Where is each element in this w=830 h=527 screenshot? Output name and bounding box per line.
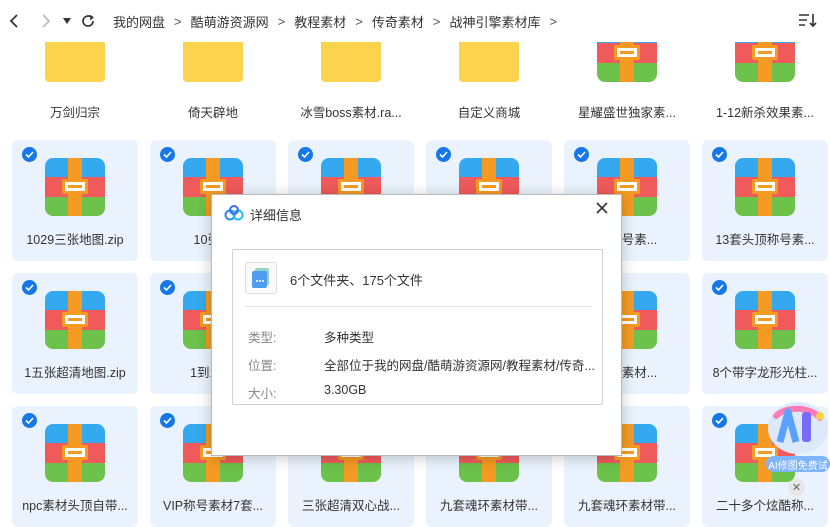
checkmark-icon[interactable] xyxy=(22,147,37,162)
file-name: 九套魂环素材带... xyxy=(440,499,538,513)
checkmark-icon[interactable] xyxy=(22,413,37,428)
sort-button[interactable] xyxy=(798,12,818,32)
zip-archive-icon xyxy=(45,158,105,216)
file-name: 自定义商城 xyxy=(457,106,521,120)
checkmark-icon[interactable] xyxy=(436,147,451,162)
zip-archive-icon xyxy=(45,424,105,482)
checkmark-icon[interactable] xyxy=(22,280,37,295)
file-name: 星耀盛世独家素... xyxy=(578,106,676,120)
close-icon xyxy=(596,202,608,214)
file-name: 万剑归宗 xyxy=(49,106,100,120)
file-name: 13套头顶称号素... xyxy=(715,233,815,247)
file-name: 九套魂环素材带... xyxy=(578,499,676,513)
file-name: 三张超清双心战... xyxy=(302,499,400,513)
folder-icon xyxy=(45,36,105,82)
breadcrumb-separator: > xyxy=(277,13,286,29)
folder-icon xyxy=(321,36,381,82)
folder-icon xyxy=(183,36,243,82)
file-name: 1五张超清地图.zip xyxy=(24,366,126,380)
file-tile[interactable]: 13套头顶称号素... xyxy=(702,140,828,261)
history-dropdown[interactable] xyxy=(59,6,75,36)
toolbar: 我的网盘 > 酷萌游资源网 > 教程素材 > 传奇素材 > 战神引擎素材库 > xyxy=(0,0,830,42)
file-name: npc素材头顶自带... xyxy=(22,499,128,513)
breadcrumb-item[interactable]: 传奇素材 xyxy=(368,12,428,31)
size-value: 3.30GB xyxy=(324,383,367,397)
type-value: 多种类型 xyxy=(324,331,375,345)
chevron-left-icon xyxy=(9,14,18,28)
breadcrumb: 我的网盘 > 酷萌游资源网 > 教程素材 > 传奇素材 > 战神引擎素材库 > xyxy=(109,12,562,31)
close-button[interactable] xyxy=(593,199,611,217)
refresh-button[interactable] xyxy=(77,6,99,36)
size-label: 大小: xyxy=(248,387,277,401)
details-dialog: 详细信息 6个文件夹、175个文件 类型: 多种类型 位置: 全部位于我的网盘/… xyxy=(211,194,622,456)
file-tile[interactable]: 1五张超清地图.zip xyxy=(12,273,138,394)
breadcrumb-separator: > xyxy=(432,13,441,29)
breadcrumb-separator: > xyxy=(174,13,182,29)
breadcrumb-item[interactable]: 战神引擎素材库 xyxy=(445,12,544,31)
close-icon: ✕ xyxy=(791,482,802,494)
back-button[interactable] xyxy=(3,6,25,36)
file-name: 冰雪boss素材.ra... xyxy=(300,106,402,120)
file-tile[interactable]: npc素材头顶自带... xyxy=(12,406,138,527)
ai-widget-close-button[interactable]: ✕ xyxy=(788,479,805,496)
checkmark-icon[interactable] xyxy=(160,280,175,295)
checkmark-icon[interactable] xyxy=(160,413,175,428)
location-label: 位置: xyxy=(248,359,277,373)
file-name: 二十多个炫酷称... xyxy=(716,499,814,513)
ai-widget-label: AI修图免费试 xyxy=(768,461,828,472)
folder-icon xyxy=(459,36,519,82)
refresh-icon xyxy=(82,14,94,27)
zip-archive-icon xyxy=(735,291,795,349)
breadcrumb-item[interactable]: 我的网盘 xyxy=(109,12,169,31)
file-name: 1029三张地图.zip xyxy=(26,233,124,247)
checkmark-icon[interactable] xyxy=(298,147,313,162)
zip-archive-icon xyxy=(45,291,105,349)
file-name: 1-12新杀效果素... xyxy=(716,106,814,120)
breadcrumb-item[interactable]: 教程素材 xyxy=(290,12,350,31)
file-tile[interactable]: 8个带字龙形光柱... xyxy=(702,273,828,394)
breadcrumb-separator: > xyxy=(549,13,558,29)
divider xyxy=(245,306,592,307)
forward-button[interactable] xyxy=(35,6,57,36)
checkmark-icon[interactable] xyxy=(160,147,175,162)
caret-down-icon xyxy=(63,18,71,24)
cloud-logo-icon xyxy=(224,205,244,221)
multi-file-icon xyxy=(245,262,277,294)
zip-archive-icon xyxy=(735,158,795,216)
checkmark-icon[interactable] xyxy=(712,147,727,162)
file-tile[interactable]: 1029三张地图.zip xyxy=(12,140,138,261)
details-panel: 6个文件夹、175个文件 类型: 多种类型 位置: 全部位于我的网盘/酷萌游资源… xyxy=(232,249,603,405)
checkmark-icon[interactable] xyxy=(712,413,727,428)
file-name: VIP称号素材7套... xyxy=(162,499,264,513)
checkmark-icon[interactable] xyxy=(574,147,589,162)
checkmark-icon[interactable] xyxy=(712,280,727,295)
breadcrumb-item[interactable]: 酷萌游资源网 xyxy=(187,12,273,31)
file-name: 8个带字龙形光柱... xyxy=(712,366,818,380)
type-label: 类型: xyxy=(248,331,277,345)
ai-retouch-widget[interactable]: AI修图免费试 xyxy=(758,398,830,478)
selection-summary: 6个文件夹、175个文件 xyxy=(290,273,423,288)
breadcrumb-separator: > xyxy=(355,13,363,29)
location-value: 全部位于我的网盘/酷萌游资源网/教程素材/传奇... xyxy=(324,359,594,373)
chevron-right-icon xyxy=(42,14,51,28)
sort-icon xyxy=(799,14,817,28)
file-name: 倚天辟地 xyxy=(187,106,238,120)
dialog-title: 详细信息 xyxy=(250,208,303,223)
